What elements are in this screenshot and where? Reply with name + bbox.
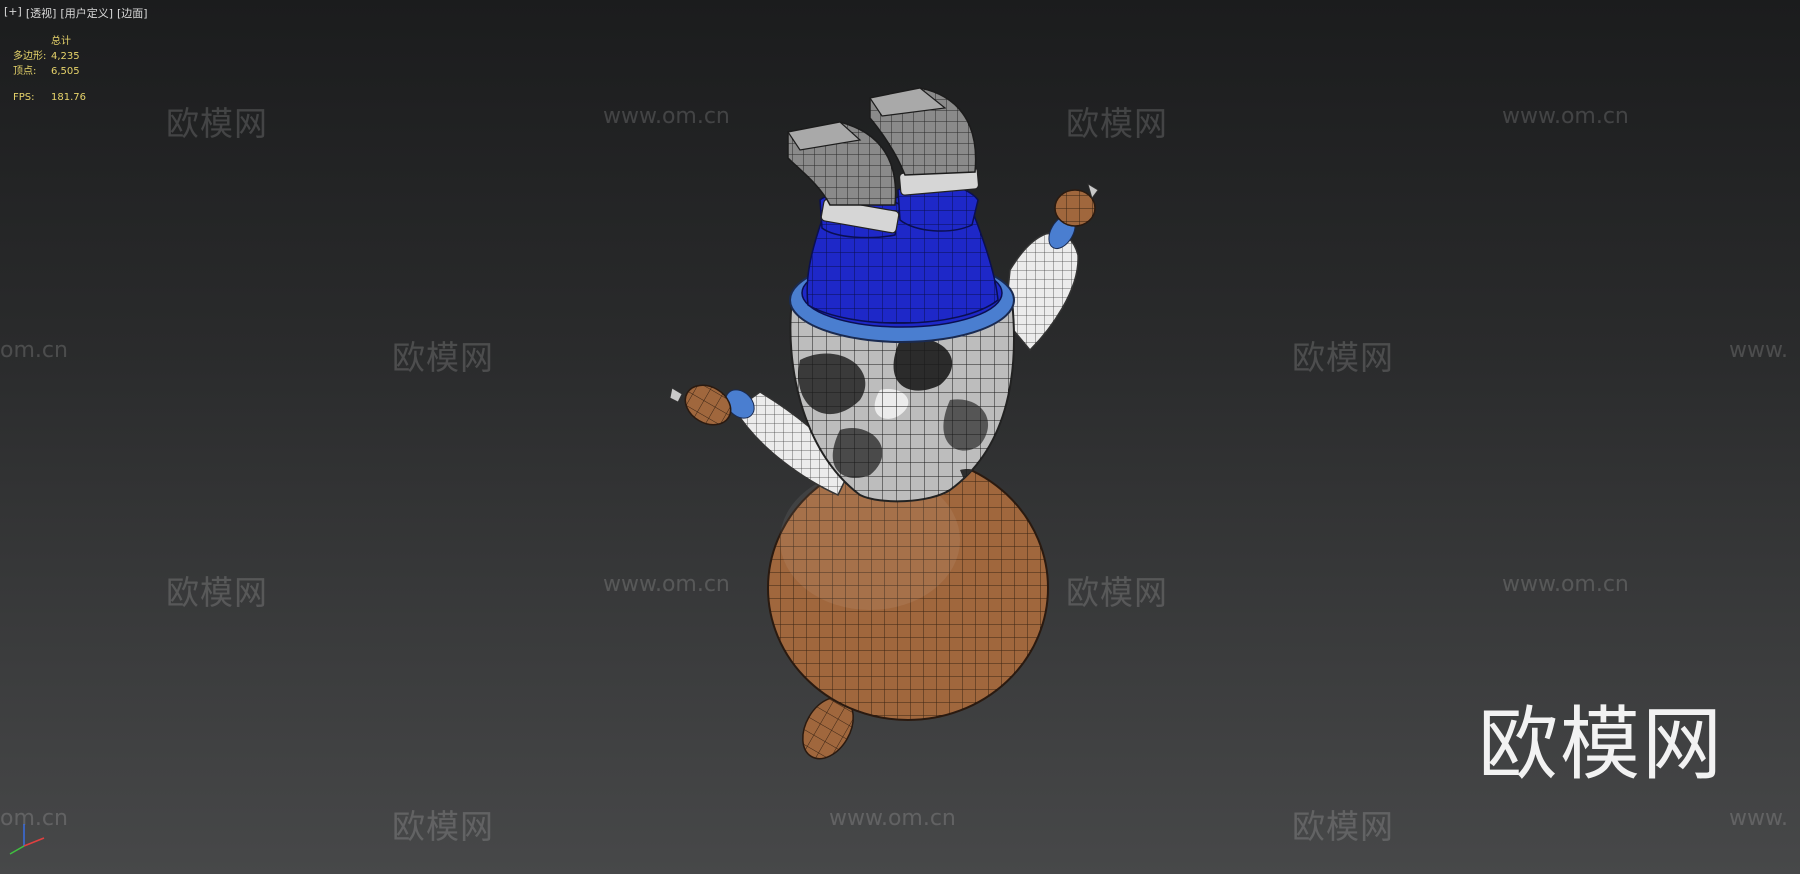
model-left-boot[interactable] [786,121,900,234]
model-right-arm[interactable] [1004,183,1099,352]
axis-gizmo-icon [9,824,45,855]
character-model-viewport[interactable] [0,0,1800,874]
